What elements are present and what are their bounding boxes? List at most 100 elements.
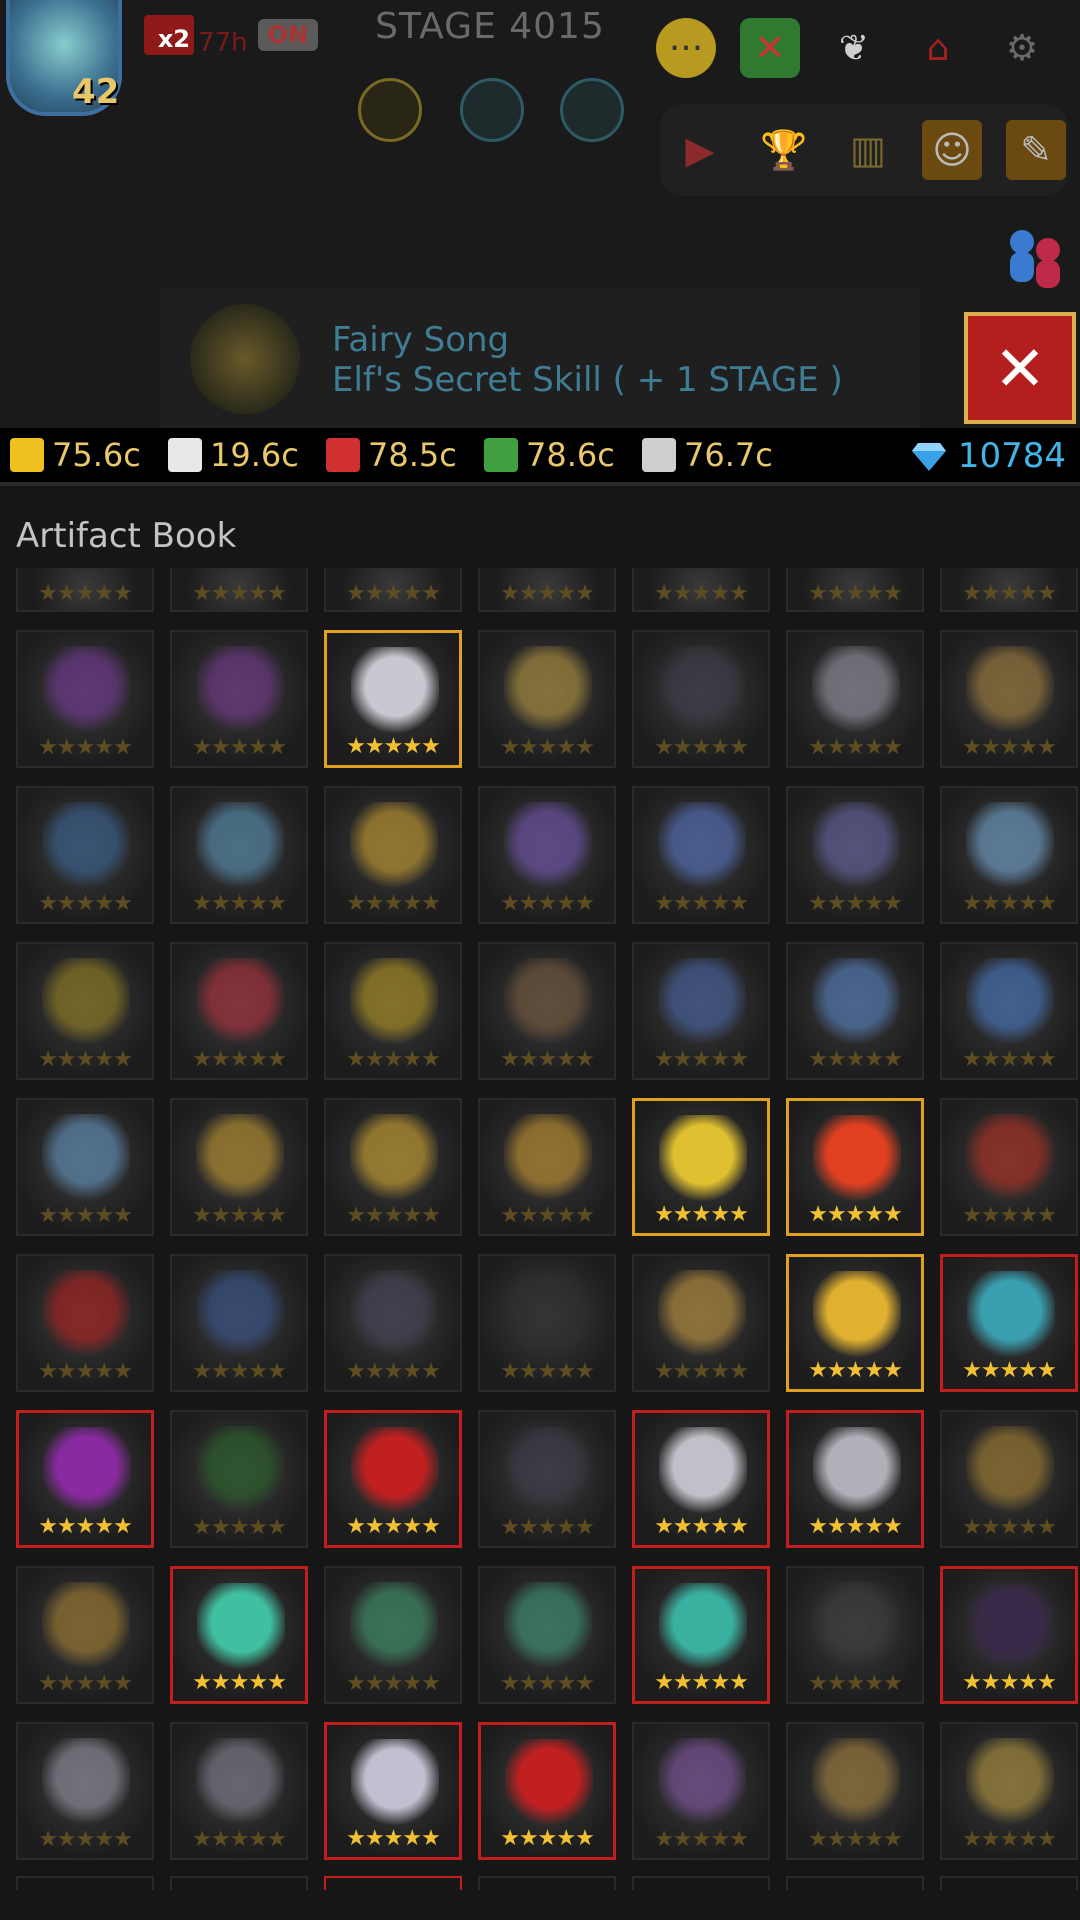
artifact-slot[interactable] bbox=[324, 1876, 462, 1890]
gem-counter[interactable]: 10784 bbox=[910, 436, 1066, 476]
artifact-slot[interactable]: ★★★★★ bbox=[632, 1410, 770, 1548]
artifact-slot[interactable]: ★★★★★ bbox=[940, 630, 1078, 768]
artifact-slot[interactable]: ★★★★★ bbox=[324, 1722, 462, 1860]
buff-halo-icon[interactable] bbox=[560, 78, 624, 142]
artifact-slot[interactable]: ★★★★★ bbox=[478, 1566, 616, 1704]
artifact-slot[interactable]: ★★★★★ bbox=[324, 630, 462, 768]
artifact-slot[interactable]: ★★★★★ bbox=[170, 1254, 308, 1392]
play-icon[interactable]: ▶ bbox=[670, 120, 730, 180]
artifact-slot[interactable] bbox=[632, 1876, 770, 1890]
star-rating: ★★★★★ bbox=[38, 1514, 133, 1539]
speed-boost[interactable]: x2 77h ON bbox=[144, 12, 319, 58]
top-icon-bar: ··· ✕ ❦ ⌂ ⚙ bbox=[656, 18, 1052, 78]
artifact-slot[interactable]: ★★★★★ bbox=[786, 1410, 924, 1548]
buff-gold-icon[interactable] bbox=[358, 78, 422, 142]
artifact-slot[interactable]: ★★★★★ bbox=[632, 568, 770, 612]
artifact-slot[interactable]: ★★★★★ bbox=[324, 1254, 462, 1392]
artifact-icon bbox=[43, 1427, 131, 1515]
artifact-icon bbox=[812, 958, 900, 1046]
artifact-slot[interactable]: ★★★★★ bbox=[632, 1722, 770, 1860]
artifact-slot[interactable] bbox=[940, 1876, 1078, 1890]
artifact-slot[interactable]: ★★★★★ bbox=[940, 1410, 1078, 1548]
artifact-slot[interactable]: ★★★★★ bbox=[16, 1566, 154, 1704]
party-icon[interactable] bbox=[1000, 226, 1070, 288]
resource-fruit: 78.5c bbox=[326, 436, 474, 474]
artifact-slot[interactable]: ★★★★★ bbox=[786, 1098, 924, 1236]
artifact-slot[interactable]: ★★★★★ bbox=[786, 568, 924, 612]
artifact-slot[interactable]: ★★★★★ bbox=[170, 568, 308, 612]
artifact-slot[interactable]: ★★★★★ bbox=[16, 942, 154, 1080]
artifact-slot[interactable]: ★★★★★ bbox=[16, 1410, 154, 1548]
artifact-slot[interactable]: ★★★★★ bbox=[940, 1566, 1078, 1704]
artifact-slot[interactable]: ★★★★★ bbox=[324, 1566, 462, 1704]
artifact-slot[interactable]: ★★★★★ bbox=[940, 568, 1078, 612]
artifact-slot[interactable]: ★★★★★ bbox=[170, 1566, 308, 1704]
artifact-slot[interactable]: ★★★★★ bbox=[324, 1410, 462, 1548]
artifact-slot[interactable]: ★★★★★ bbox=[16, 630, 154, 768]
close-button[interactable]: ✕ bbox=[964, 312, 1076, 424]
weapon-book-icon[interactable]: ✎ bbox=[1006, 120, 1066, 180]
hero-book-icon[interactable]: ☺ bbox=[922, 120, 982, 180]
artifact-slot[interactable]: ★★★★★ bbox=[940, 1722, 1078, 1860]
star-rating: ★★★★★ bbox=[500, 1047, 595, 1072]
artifact-slot[interactable]: ★★★★★ bbox=[478, 1254, 616, 1392]
artifact-slot[interactable]: ★★★★★ bbox=[478, 1722, 616, 1860]
ranking-icon[interactable]: ▥ bbox=[838, 120, 898, 180]
star-rating: ★★★★★ bbox=[962, 1515, 1057, 1540]
artifact-slot[interactable]: ★★★★★ bbox=[632, 786, 770, 924]
artifact-slot[interactable] bbox=[478, 1876, 616, 1890]
artifact-slot[interactable]: ★★★★★ bbox=[786, 942, 924, 1080]
artifact-slot[interactable] bbox=[170, 1876, 308, 1890]
artifact-slot[interactable]: ★★★★★ bbox=[632, 630, 770, 768]
artifact-slot[interactable]: ★★★★★ bbox=[940, 1254, 1078, 1392]
gear-icon[interactable]: ⚙ bbox=[992, 18, 1052, 78]
artifact-slot[interactable] bbox=[16, 1876, 154, 1890]
artifact-slot[interactable]: ★★★★★ bbox=[786, 1722, 924, 1860]
artifact-slot[interactable]: ★★★★★ bbox=[478, 1098, 616, 1236]
speed-status-badge[interactable]: ON bbox=[257, 19, 319, 51]
house-icon[interactable]: ⌂ bbox=[908, 18, 968, 78]
artifact-slot[interactable]: ★★★★★ bbox=[786, 1254, 924, 1392]
artifact-slot[interactable]: ★★★★★ bbox=[170, 786, 308, 924]
artifact-slot[interactable]: ★★★★★ bbox=[324, 1098, 462, 1236]
artifact-icon bbox=[196, 1270, 284, 1358]
artifact-slot[interactable]: ★★★★★ bbox=[940, 1098, 1078, 1236]
artifact-slot[interactable]: ★★★★★ bbox=[786, 1566, 924, 1704]
artifact-slot[interactable]: ★★★★★ bbox=[170, 942, 308, 1080]
artifact-slot[interactable]: ★★★★★ bbox=[16, 568, 154, 612]
artifact-slot[interactable]: ★★★★★ bbox=[16, 786, 154, 924]
star-rating: ★★★★★ bbox=[962, 735, 1057, 760]
trophy-icon[interactable]: 🏆 bbox=[754, 120, 814, 180]
artifact-slot[interactable]: ★★★★★ bbox=[170, 1410, 308, 1548]
guild-icon[interactable]: ✕ bbox=[740, 18, 800, 78]
artifact-slot[interactable]: ★★★★★ bbox=[940, 786, 1078, 924]
artifact-slot[interactable]: ★★★★★ bbox=[478, 786, 616, 924]
artifact-slot[interactable]: ★★★★★ bbox=[324, 942, 462, 1080]
artifact-slot[interactable]: ★★★★★ bbox=[786, 630, 924, 768]
artifact-slot[interactable]: ★★★★★ bbox=[632, 1098, 770, 1236]
angel-icon[interactable]: ❦ bbox=[824, 18, 884, 78]
artifact-slot[interactable]: ★★★★★ bbox=[324, 568, 462, 612]
chat-icon[interactable]: ··· bbox=[656, 18, 716, 78]
artifact-slot[interactable]: ★★★★★ bbox=[632, 1566, 770, 1704]
star-rating: ★★★★★ bbox=[962, 1047, 1057, 1072]
artifact-slot[interactable] bbox=[786, 1876, 924, 1890]
artifact-slot[interactable]: ★★★★★ bbox=[478, 568, 616, 612]
artifact-slot[interactable]: ★★★★★ bbox=[478, 1410, 616, 1548]
artifact-slot[interactable]: ★★★★★ bbox=[170, 1722, 308, 1860]
artifact-slot[interactable]: ★★★★★ bbox=[940, 942, 1078, 1080]
artifact-slot[interactable]: ★★★★★ bbox=[478, 942, 616, 1080]
artifact-slot[interactable]: ★★★★★ bbox=[632, 1254, 770, 1392]
artifact-slot[interactable]: ★★★★★ bbox=[16, 1098, 154, 1236]
artifact-slot[interactable]: ★★★★★ bbox=[478, 630, 616, 768]
artifact-slot[interactable]: ★★★★★ bbox=[170, 630, 308, 768]
artifact-icon bbox=[966, 802, 1054, 890]
artifact-slot[interactable]: ★★★★★ bbox=[16, 1722, 154, 1860]
artifact-slot[interactable]: ★★★★★ bbox=[324, 786, 462, 924]
buff-shield-icon[interactable] bbox=[460, 78, 524, 142]
artifact-slot[interactable]: ★★★★★ bbox=[170, 1098, 308, 1236]
artifact-slot[interactable]: ★★★★★ bbox=[786, 786, 924, 924]
star-rating: ★★★★★ bbox=[962, 1670, 1057, 1695]
artifact-slot[interactable]: ★★★★★ bbox=[16, 1254, 154, 1392]
artifact-slot[interactable]: ★★★★★ bbox=[632, 942, 770, 1080]
